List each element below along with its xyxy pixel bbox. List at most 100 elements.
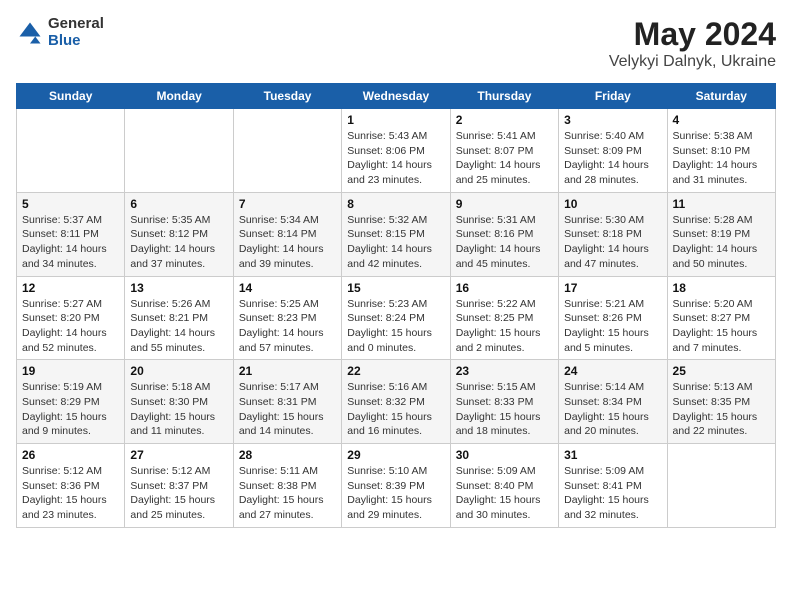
day-info: Sunrise: 5:10 AMSunset: 8:39 PMDaylight:… (347, 464, 444, 523)
day-cell: 21 Sunrise: 5:17 AMSunset: 8:31 PMDayligh… (233, 360, 341, 444)
day-number: 2 (456, 113, 553, 127)
day-info: Sunrise: 5:43 AMSunset: 8:06 PMDaylight:… (347, 129, 444, 188)
day-info: Sunrise: 5:12 AMSunset: 8:36 PMDaylight:… (22, 464, 119, 523)
day-info: Sunrise: 5:15 AMSunset: 8:33 PMDaylight:… (456, 380, 553, 439)
day-info: Sunrise: 5:09 AMSunset: 8:41 PMDaylight:… (564, 464, 661, 523)
day-cell: 29 Sunrise: 5:10 AMSunset: 8:39 PMDayligh… (342, 444, 450, 528)
day-number: 24 (564, 364, 661, 378)
weekday-friday: Friday (559, 84, 667, 109)
day-info: Sunrise: 5:40 AMSunset: 8:09 PMDaylight:… (564, 129, 661, 188)
day-cell: 22Sunrise: 5:16 AMSunset: 8:32 PMDayligh… (342, 360, 450, 444)
day-cell: 18Sunrise: 5:20 AMSunset: 8:27 PMDayligh… (667, 276, 775, 360)
week-row-2: 5Sunrise: 5:37 AMSunset: 8:11 PMDaylight… (17, 192, 776, 276)
day-cell: 9 Sunrise: 5:31 AMSunset: 8:16 PMDaylight… (450, 192, 558, 276)
logo-general: General (48, 16, 104, 33)
day-number: 25 (673, 364, 770, 378)
day-info: Sunrise: 5:17 AMSunset: 8:31 PMDaylight:… (239, 380, 336, 439)
day-number: 15 (347, 281, 444, 295)
logo: General Blue (16, 16, 104, 49)
day-cell (667, 444, 775, 528)
week-row-4: 19 Sunrise: 5:19 AMSunset: 8:29 PMDayligh… (17, 360, 776, 444)
calendar-table: SundayMondayTuesdayWednesdayThursdayFrid… (16, 83, 776, 528)
day-cell: 1 Sunrise: 5:43 AMSunset: 8:06 PMDaylight… (342, 109, 450, 193)
day-number: 30 (456, 448, 553, 462)
day-cell: 20 Sunrise: 5:18 AMSunset: 8:30 PMDayligh… (125, 360, 233, 444)
day-number: 11 (673, 197, 770, 211)
day-number: 20 (130, 364, 227, 378)
day-info: Sunrise: 5:35 AMSunset: 8:12 PMDaylight:… (130, 213, 227, 272)
title-month: May 2024 (609, 16, 776, 53)
day-info: Sunrise: 5:21 AMSunset: 8:26 PMDaylight:… (564, 297, 661, 356)
day-cell: 16 Sunrise: 5:22 AMSunset: 8:25 PMDayligh… (450, 276, 558, 360)
day-cell: 28Sunrise: 5:11 AMSunset: 8:38 PMDayligh… (233, 444, 341, 528)
day-info: Sunrise: 5:41 AMSunset: 8:07 PMDaylight:… (456, 129, 553, 188)
day-cell: 24 Sunrise: 5:14 AMSunset: 8:34 PMDayligh… (559, 360, 667, 444)
day-cell: 19 Sunrise: 5:19 AMSunset: 8:29 PMDayligh… (17, 360, 125, 444)
day-cell (125, 109, 233, 193)
logo-blue: Blue (48, 33, 104, 50)
day-info: Sunrise: 5:09 AMSunset: 8:40 PMDaylight:… (456, 464, 553, 523)
day-number: 4 (673, 113, 770, 127)
day-info: Sunrise: 5:20 AMSunset: 8:27 PMDaylight:… (673, 297, 770, 356)
day-cell: 6 Sunrise: 5:35 AMSunset: 8:12 PMDaylight… (125, 192, 233, 276)
day-number: 10 (564, 197, 661, 211)
day-number: 31 (564, 448, 661, 462)
day-number: 13 (130, 281, 227, 295)
day-cell: 3Sunrise: 5:40 AMSunset: 8:09 PMDaylight… (559, 109, 667, 193)
day-cell: 7 Sunrise: 5:34 AMSunset: 8:14 PMDaylight… (233, 192, 341, 276)
day-number: 21 (239, 364, 336, 378)
day-info: Sunrise: 5:12 AMSunset: 8:37 PMDaylight:… (130, 464, 227, 523)
day-info: Sunrise: 5:26 AMSunset: 8:21 PMDaylight:… (130, 297, 227, 356)
day-info: Sunrise: 5:19 AMSunset: 8:29 PMDaylight:… (22, 380, 119, 439)
day-info: Sunrise: 5:31 AMSunset: 8:16 PMDaylight:… (456, 213, 553, 272)
day-cell: 4 Sunrise: 5:38 AMSunset: 8:10 PMDaylight… (667, 109, 775, 193)
weekday-sunday: Sunday (17, 84, 125, 109)
day-info: Sunrise: 5:11 AMSunset: 8:38 PMDaylight:… (239, 464, 336, 523)
day-number: 14 (239, 281, 336, 295)
day-info: Sunrise: 5:22 AMSunset: 8:25 PMDaylight:… (456, 297, 553, 356)
calendar-body: 1 Sunrise: 5:43 AMSunset: 8:06 PMDaylight… (17, 109, 776, 528)
day-cell: 26 Sunrise: 5:12 AMSunset: 8:36 PMDayligh… (17, 444, 125, 528)
day-number: 8 (347, 197, 444, 211)
day-number: 27 (130, 448, 227, 462)
weekday-header-row: SundayMondayTuesdayWednesdayThursdayFrid… (17, 84, 776, 109)
day-info: Sunrise: 5:27 AMSunset: 8:20 PMDaylight:… (22, 297, 119, 356)
day-number: 29 (347, 448, 444, 462)
title-location: Velykyi Dalnyk, Ukraine (609, 53, 776, 71)
day-info: Sunrise: 5:13 AMSunset: 8:35 PMDaylight:… (673, 380, 770, 439)
weekday-monday: Monday (125, 84, 233, 109)
week-row-1: 1 Sunrise: 5:43 AMSunset: 8:06 PMDaylight… (17, 109, 776, 193)
day-cell: 17Sunrise: 5:21 AMSunset: 8:26 PMDayligh… (559, 276, 667, 360)
day-cell: 15Sunrise: 5:23 AMSunset: 8:24 PMDayligh… (342, 276, 450, 360)
day-number: 7 (239, 197, 336, 211)
week-row-5: 26 Sunrise: 5:12 AMSunset: 8:36 PMDayligh… (17, 444, 776, 528)
day-info: Sunrise: 5:34 AMSunset: 8:14 PMDaylight:… (239, 213, 336, 272)
day-info: Sunrise: 5:38 AMSunset: 8:10 PMDaylight:… (673, 129, 770, 188)
day-number: 19 (22, 364, 119, 378)
day-cell: 10 Sunrise: 5:30 AMSunset: 8:18 PMDayligh… (559, 192, 667, 276)
day-number: 9 (456, 197, 553, 211)
logo-text: General Blue (48, 16, 104, 49)
day-info: Sunrise: 5:30 AMSunset: 8:18 PMDaylight:… (564, 213, 661, 272)
day-number: 26 (22, 448, 119, 462)
day-info: Sunrise: 5:14 AMSunset: 8:34 PMDaylight:… (564, 380, 661, 439)
day-number: 6 (130, 197, 227, 211)
day-info: Sunrise: 5:32 AMSunset: 8:15 PMDaylight:… (347, 213, 444, 272)
day-cell: 12 Sunrise: 5:27 AMSunset: 8:20 PMDayligh… (17, 276, 125, 360)
day-cell: 5Sunrise: 5:37 AMSunset: 8:11 PMDaylight… (17, 192, 125, 276)
day-cell: 23 Sunrise: 5:15 AMSunset: 8:33 PMDayligh… (450, 360, 558, 444)
day-info: Sunrise: 5:16 AMSunset: 8:32 PMDaylight:… (347, 380, 444, 439)
day-cell: 27 Sunrise: 5:12 AMSunset: 8:37 PMDayligh… (125, 444, 233, 528)
day-info: Sunrise: 5:37 AMSunset: 8:11 PMDaylight:… (22, 213, 119, 272)
day-number: 23 (456, 364, 553, 378)
day-cell: 8 Sunrise: 5:32 AMSunset: 8:15 PMDaylight… (342, 192, 450, 276)
day-cell (17, 109, 125, 193)
day-cell: 14Sunrise: 5:25 AMSunset: 8:23 PMDayligh… (233, 276, 341, 360)
day-info: Sunrise: 5:18 AMSunset: 8:30 PMDaylight:… (130, 380, 227, 439)
day-cell: 31 Sunrise: 5:09 AMSunset: 8:41 PMDayligh… (559, 444, 667, 528)
day-number: 1 (347, 113, 444, 127)
logo-icon (16, 19, 44, 47)
day-number: 12 (22, 281, 119, 295)
week-row-3: 12 Sunrise: 5:27 AMSunset: 8:20 PMDayligh… (17, 276, 776, 360)
day-number: 16 (456, 281, 553, 295)
